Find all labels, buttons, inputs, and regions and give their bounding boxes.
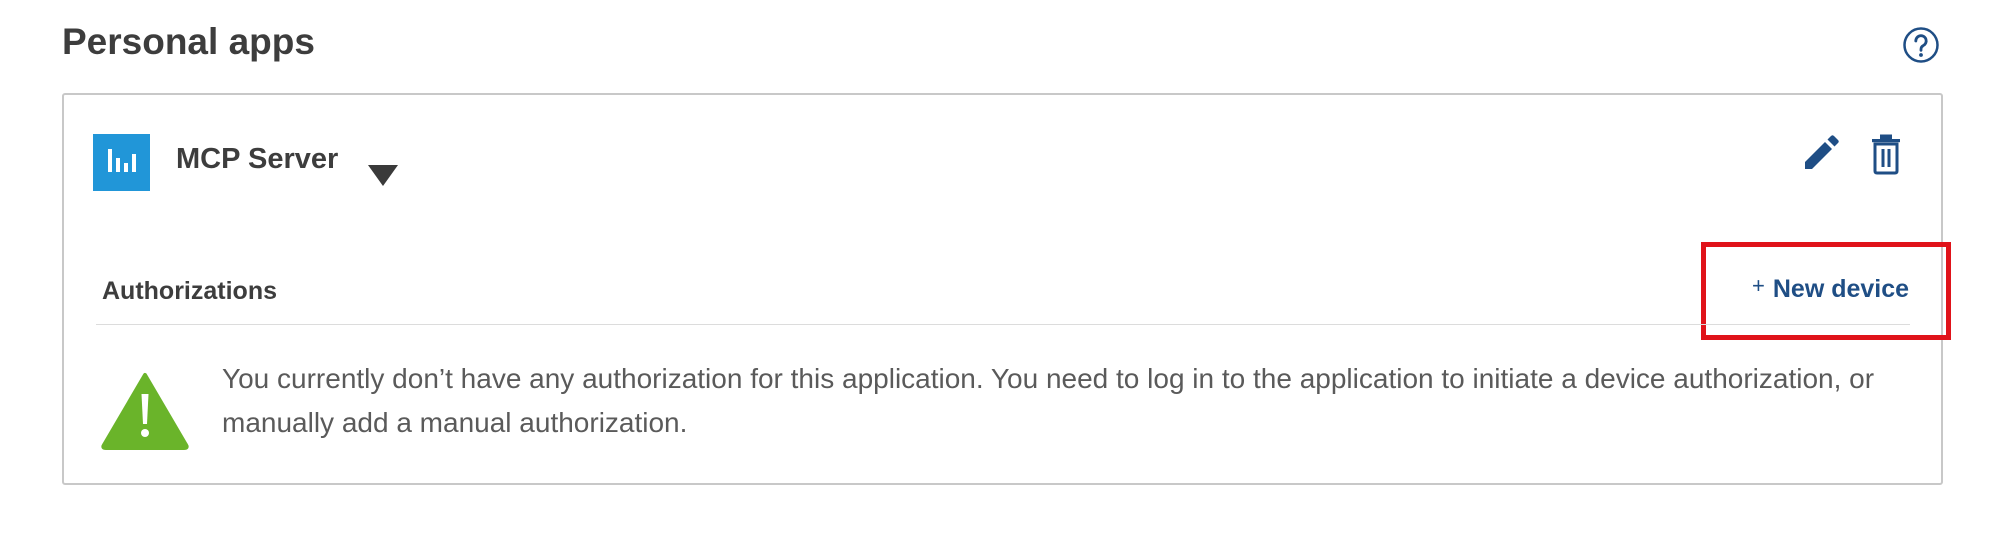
- pencil-icon[interactable]: [1800, 134, 1840, 174]
- page-title: Personal apps: [62, 21, 315, 62]
- authorizations-heading: Authorizations: [102, 277, 277, 305]
- question-circle-icon[interactable]: [1902, 26, 1940, 64]
- bar-chart-icon: [93, 134, 150, 191]
- caret-down-icon[interactable]: [366, 162, 400, 188]
- app-name: MCP Server: [176, 143, 339, 175]
- trash-icon[interactable]: [1868, 133, 1904, 175]
- warning-triangle-icon: [101, 373, 189, 450]
- divider: [96, 324, 1910, 325]
- empty-authorizations-message: You currently don’t have any authorizati…: [222, 363, 1875, 438]
- highlight-box: [1701, 242, 1951, 340]
